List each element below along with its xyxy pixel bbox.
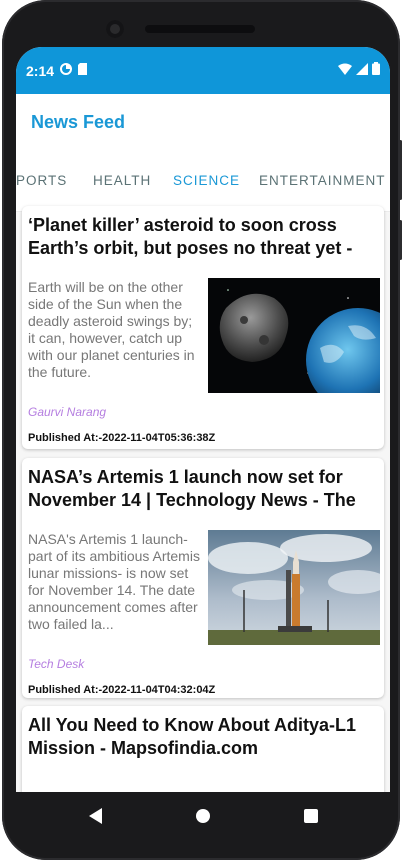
front-camera — [106, 20, 124, 38]
category-tabs[interactable]: SPORTS HEALTH SCIENCE ENTERTAINMENT — [16, 151, 390, 212]
data-saver-icon — [60, 63, 72, 75]
sd-card-icon — [78, 63, 87, 75]
status-time: 2:14 — [26, 63, 55, 79]
news-card[interactable]: NASA’s Artemis 1 launch now set for Nove… — [22, 458, 384, 698]
article-title: All You Need to Know About Aditya-L1 Mis… — [28, 715, 356, 758]
article-description: NASA's Artemis 1 launch- part of its amb… — [28, 531, 200, 632]
recent-apps-icon[interactable] — [304, 809, 318, 823]
tab-sports[interactable]: SPORTS — [16, 173, 67, 188]
navigation-bar — [16, 792, 390, 840]
battery-icon — [372, 62, 380, 75]
news-card[interactable]: ‘Planet killer’ asteroid to soon cross E… — [22, 206, 384, 449]
back-icon[interactable] — [89, 808, 102, 824]
phone-top-bezel — [2, 0, 400, 48]
app-bar: News Feed — [16, 94, 390, 151]
earpiece-speaker — [145, 25, 255, 33]
rocket-launch-image — [208, 530, 380, 645]
tab-science[interactable]: SCIENCE — [173, 173, 240, 188]
article-published-date: Published At:-2022-11-04T05:36:38Z — [28, 432, 216, 444]
tab-entertainment[interactable]: ENTERTAINMENT — [259, 173, 386, 188]
article-image — [208, 530, 380, 645]
signal-icon — [356, 62, 368, 75]
tab-health[interactable]: HEALTH — [93, 173, 151, 188]
article-title: ‘Planet killer’ asteroid to soon cross E… — [28, 215, 353, 258]
article-title: NASA’s Artemis 1 launch now set for Nove… — [28, 467, 356, 510]
wifi-icon — [338, 63, 352, 75]
article-author: Tech Desk — [28, 657, 85, 671]
home-icon[interactable] — [196, 809, 210, 823]
status-bar: 2:14 — [16, 47, 390, 94]
article-author: Gaurvi Narang — [28, 405, 107, 419]
screen: 2:14 News Feed SPOR — [16, 47, 390, 807]
asteroid-image — [208, 278, 380, 393]
article-description: Earth will be on the other side of the S… — [28, 279, 195, 380]
article-published-date: Published At:-2022-11-04T04:32:04Z — [28, 684, 216, 696]
app-title: News Feed — [31, 112, 126, 132]
article-image — [208, 278, 380, 393]
